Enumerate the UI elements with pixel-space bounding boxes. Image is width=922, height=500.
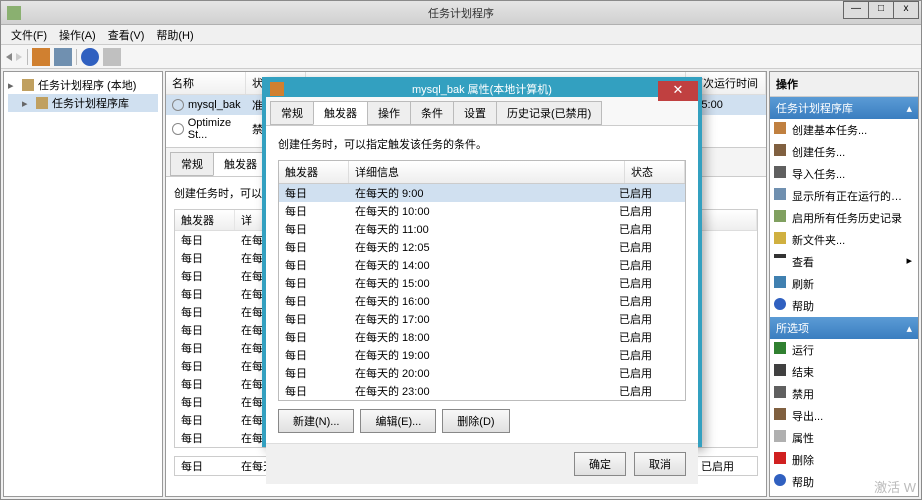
- action-属性[interactable]: 属性: [770, 427, 918, 449]
- tab-general[interactable]: 常规: [170, 152, 214, 176]
- trigger-row[interactable]: 每日在每天的 14:00已启用: [279, 256, 685, 274]
- trigger-row[interactable]: 每日在每天的 10:00已启用: [279, 202, 685, 220]
- collapse-icon: ▴: [906, 102, 912, 115]
- actions-pane: 操作 任务计划程序库▴ 创建基本任务...创建任务...导入任务...显示所有正…: [769, 71, 919, 497]
- tab-triggers[interactable]: 触发器: [213, 152, 268, 176]
- back-button[interactable]: [5, 53, 12, 61]
- menu-file[interactable]: 文件(F): [5, 25, 53, 45]
- task-icon: [172, 99, 184, 111]
- trigger-row[interactable]: 每日在每天的 16:00已启用: [279, 292, 685, 310]
- trigger-table: 触发器 详细信息 状态 每日在每天的 9:00已启用每日在每天的 10:00已启…: [278, 160, 686, 401]
- action-导入任务[interactable]: 导入任务...: [770, 163, 918, 185]
- actions-title: 操作: [770, 72, 918, 97]
- tree-pane: ▸ 任务计划程序 (本地) ▸ 任务计划程序库: [3, 71, 163, 497]
- trigger-row[interactable]: 每日在每天的 12:05已启用: [279, 238, 685, 256]
- dialog-hint: 创建任务时，可以指定触发该任务的条件。: [278, 136, 686, 152]
- dialog-app-icon: [270, 82, 284, 96]
- action-删除[interactable]: 删除: [770, 449, 918, 471]
- th-trigger[interactable]: 触发器: [279, 161, 349, 183]
- action-禁用[interactable]: 禁用: [770, 383, 918, 405]
- trigger-row[interactable]: 每日在每天的 23:00已启用: [279, 382, 685, 400]
- dlg-tab-conditions[interactable]: 条件: [410, 101, 454, 125]
- menu-action[interactable]: 操作(A): [53, 25, 102, 45]
- tree-root[interactable]: ▸ 任务计划程序 (本地): [8, 76, 158, 94]
- action-帮助[interactable]: 帮助: [770, 295, 918, 317]
- tree-library-label: 任务计划程序库: [52, 95, 129, 111]
- dialog-title: mysql_bak 属性(本地计算机): [412, 81, 552, 97]
- cancel-button[interactable]: 取消: [634, 452, 686, 476]
- collapse-icon: ▴: [906, 322, 912, 335]
- app-icon: [7, 6, 21, 20]
- dialog-close-button[interactable]: ✕: [658, 81, 698, 101]
- dialog-tabs: 常规 触发器 操作 条件 设置 历史记录(已禁用): [266, 97, 698, 126]
- th-status[interactable]: 状态: [625, 161, 685, 183]
- new-trigger-button[interactable]: 新建(N)...: [278, 409, 354, 433]
- th-detail[interactable]: 详细信息: [349, 161, 625, 183]
- trigger-row[interactable]: 每日在每天的 15:00已启用: [279, 274, 685, 292]
- dlg-tab-actions[interactable]: 操作: [367, 101, 411, 125]
- tree-root-label: 任务计划程序 (本地): [38, 77, 136, 93]
- toolbar-icon-2[interactable]: [54, 48, 72, 66]
- action-创建任务[interactable]: 创建任务...: [770, 141, 918, 163]
- menubar: 文件(F) 操作(A) 查看(V) 帮助(H): [1, 25, 921, 45]
- action-查看[interactable]: 查看▸: [770, 251, 918, 273]
- delete-trigger-button[interactable]: 删除(D): [442, 409, 509, 433]
- task-icon: [172, 123, 184, 135]
- menu-help[interactable]: 帮助(H): [150, 25, 199, 45]
- help-icon[interactable]: [81, 48, 99, 66]
- dialog-titlebar: mysql_bak 属性(本地计算机) ✕: [266, 81, 698, 97]
- toolbar-icon-1[interactable]: [32, 48, 50, 66]
- trigger-row[interactable]: 每日在每天的 11:00已启用: [279, 220, 685, 238]
- tree-library[interactable]: ▸ 任务计划程序库: [8, 94, 158, 112]
- section-selected[interactable]: 所选项▴: [770, 317, 918, 339]
- dlg-tab-triggers[interactable]: 触发器: [313, 101, 368, 125]
- ok-button[interactable]: 确定: [574, 452, 626, 476]
- action-创建基本任务[interactable]: 创建基本任务...: [770, 119, 918, 141]
- close-button[interactable]: x: [893, 1, 919, 19]
- edit-trigger-button[interactable]: 编辑(E)...: [360, 409, 436, 433]
- trigger-row[interactable]: 每日在每天的 17:00已启用: [279, 310, 685, 328]
- titlebar: 任务计划程序 — □ x: [1, 1, 921, 25]
- trigger-row[interactable]: 每日在每天的 19:00已启用: [279, 346, 685, 364]
- properties-dialog: mysql_bak 属性(本地计算机) ✕ 常规 触发器 操作 条件 设置 历史…: [262, 77, 702, 447]
- action-导出[interactable]: 导出...: [770, 405, 918, 427]
- action-刷新[interactable]: 刷新: [770, 273, 918, 295]
- menu-view[interactable]: 查看(V): [102, 25, 151, 45]
- dlg-tab-settings[interactable]: 设置: [453, 101, 497, 125]
- minimize-button[interactable]: —: [843, 1, 869, 19]
- section-library[interactable]: 任务计划程序库▴: [770, 97, 918, 119]
- forward-button[interactable]: [16, 53, 23, 61]
- trigger-row[interactable]: 每日在每天的 20:00已启用: [279, 364, 685, 382]
- toolbar-icon-3[interactable]: [103, 48, 121, 66]
- trigger-row[interactable]: 每日在每天的 18:00已启用: [279, 328, 685, 346]
- trigger-row[interactable]: 每日在每天的 9:00已启用: [279, 184, 685, 202]
- toolbar: [1, 45, 921, 69]
- window-title: 任务计划程序: [428, 5, 494, 21]
- maximize-button[interactable]: □: [868, 1, 894, 19]
- col-name[interactable]: 名称: [166, 72, 246, 94]
- dlg-tab-history[interactable]: 历史记录(已禁用): [496, 101, 602, 125]
- action-显示所有正在运行的任务[interactable]: 显示所有正在运行的任务: [770, 185, 918, 207]
- action-运行[interactable]: 运行: [770, 339, 918, 361]
- action-新文件夹[interactable]: 新文件夹...: [770, 229, 918, 251]
- action-启用所有任务历史记录[interactable]: 启用所有任务历史记录: [770, 207, 918, 229]
- action-结束[interactable]: 结束: [770, 361, 918, 383]
- watermark: 激活 W: [874, 477, 916, 496]
- dlg-tab-general[interactable]: 常规: [270, 101, 314, 125]
